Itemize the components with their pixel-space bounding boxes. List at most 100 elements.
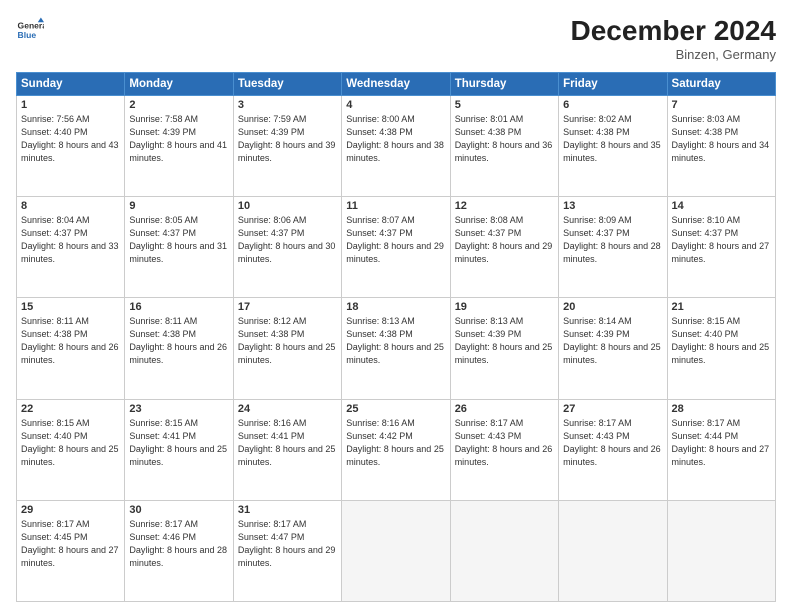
weekday-header: Sunday [17, 72, 125, 95]
day-number: 18 [346, 301, 445, 313]
table-row: 21 Sunrise: 8:15 AMSunset: 4:40 PMDayligh… [667, 298, 775, 399]
day-number: 8 [21, 200, 120, 212]
calendar-table: SundayMondayTuesdayWednesdayThursdayFrid… [16, 72, 776, 602]
day-number: 31 [238, 504, 337, 516]
table-row [342, 500, 450, 601]
day-info: Sunrise: 8:07 AMSunset: 4:37 PMDaylight:… [346, 214, 445, 266]
day-number: 16 [129, 301, 228, 313]
day-info: Sunrise: 8:15 AMSunset: 4:40 PMDaylight:… [672, 315, 771, 367]
table-row: 11 Sunrise: 8:07 AMSunset: 4:37 PMDayligh… [342, 197, 450, 298]
day-info: Sunrise: 8:13 AMSunset: 4:38 PMDaylight:… [346, 315, 445, 367]
table-row: 25Sunrise: 8:16 AMSunset: 4:42 PMDayligh… [342, 399, 450, 500]
weekday-header: Monday [125, 72, 233, 95]
day-number: 21 [672, 301, 771, 313]
day-info: Sunrise: 8:05 AMSunset: 4:37 PMDaylight:… [129, 214, 228, 266]
weekday-header: Tuesday [233, 72, 341, 95]
table-row: 16 Sunrise: 8:11 AMSunset: 4:38 PMDayligh… [125, 298, 233, 399]
day-number: 14 [672, 200, 771, 212]
day-number: 26 [455, 403, 554, 415]
table-row: 10 Sunrise: 8:06 AMSunset: 4:37 PMDayligh… [233, 197, 341, 298]
day-number: 24 [238, 403, 337, 415]
day-number: 5 [455, 99, 554, 111]
day-info: Sunrise: 8:15 AMSunset: 4:41 PMDaylight:… [129, 417, 228, 469]
weekday-header: Wednesday [342, 72, 450, 95]
table-row: 27Sunrise: 8:17 AMSunset: 4:43 PMDayligh… [559, 399, 667, 500]
day-info: Sunrise: 8:06 AMSunset: 4:37 PMDaylight:… [238, 214, 337, 266]
table-row: 5 Sunrise: 8:01 AMSunset: 4:38 PMDaylight… [450, 95, 558, 196]
day-number: 28 [672, 403, 771, 415]
day-number: 13 [563, 200, 662, 212]
day-info: Sunrise: 8:04 AMSunset: 4:37 PMDaylight:… [21, 214, 120, 266]
table-row: 9 Sunrise: 8:05 AMSunset: 4:37 PMDaylight… [125, 197, 233, 298]
day-number: 29 [21, 504, 120, 516]
day-number: 23 [129, 403, 228, 415]
day-info: Sunrise: 8:11 AMSunset: 4:38 PMDaylight:… [129, 315, 228, 367]
table-row: 2 Sunrise: 7:58 AMSunset: 4:39 PMDaylight… [125, 95, 233, 196]
day-info: Sunrise: 7:56 AMSunset: 4:40 PMDaylight:… [21, 113, 120, 165]
day-number: 3 [238, 99, 337, 111]
table-row: 1 Sunrise: 7:56 AMSunset: 4:40 PMDaylight… [17, 95, 125, 196]
day-number: 19 [455, 301, 554, 313]
table-row: 13 Sunrise: 8:09 AMSunset: 4:37 PMDayligh… [559, 197, 667, 298]
day-info: Sunrise: 8:17 AMSunset: 4:46 PMDaylight:… [129, 518, 228, 570]
day-info: Sunrise: 8:09 AMSunset: 4:37 PMDaylight:… [563, 214, 662, 266]
table-row: 28 Sunrise: 8:17 AMSunset: 4:44 PMDayligh… [667, 399, 775, 500]
day-info: Sunrise: 8:12 AMSunset: 4:38 PMDaylight:… [238, 315, 337, 367]
table-row: 12 Sunrise: 8:08 AMSunset: 4:37 PMDayligh… [450, 197, 558, 298]
table-row: 29 Sunrise: 8:17 AMSunset: 4:45 PMDayligh… [17, 500, 125, 601]
table-row: 30 Sunrise: 8:17 AMSunset: 4:46 PMDayligh… [125, 500, 233, 601]
day-info: Sunrise: 8:16 AMSunset: 4:42 PMDaylight:… [346, 417, 445, 469]
day-info: Sunrise: 8:17 AMSunset: 4:47 PMDaylight:… [238, 518, 337, 570]
table-row: 8 Sunrise: 8:04 AMSunset: 4:37 PMDaylight… [17, 197, 125, 298]
day-info: Sunrise: 8:02 AMSunset: 4:38 PMDaylight:… [563, 113, 662, 165]
header: General Blue December 2024 Binzen, Germa… [16, 16, 776, 62]
day-info: Sunrise: 8:14 AMSunset: 4:39 PMDaylight:… [563, 315, 662, 367]
table-row [667, 500, 775, 601]
logo: General Blue [16, 16, 44, 44]
day-info: Sunrise: 8:01 AMSunset: 4:38 PMDaylight:… [455, 113, 554, 165]
table-row [559, 500, 667, 601]
day-number: 11 [346, 200, 445, 212]
day-number: 2 [129, 99, 228, 111]
day-number: 6 [563, 99, 662, 111]
day-info: Sunrise: 8:15 AMSunset: 4:40 PMDaylight:… [21, 417, 120, 469]
table-row: 14 Sunrise: 8:10 AMSunset: 4:37 PMDayligh… [667, 197, 775, 298]
table-row: 6 Sunrise: 8:02 AMSunset: 4:38 PMDaylight… [559, 95, 667, 196]
table-row: 4 Sunrise: 8:00 AMSunset: 4:38 PMDaylight… [342, 95, 450, 196]
day-info: Sunrise: 8:08 AMSunset: 4:37 PMDaylight:… [455, 214, 554, 266]
day-info: Sunrise: 8:00 AMSunset: 4:38 PMDaylight:… [346, 113, 445, 165]
day-info: Sunrise: 8:11 AMSunset: 4:38 PMDaylight:… [21, 315, 120, 367]
day-number: 30 [129, 504, 228, 516]
table-row: 19 Sunrise: 8:13 AMSunset: 4:39 PMDayligh… [450, 298, 558, 399]
location: Binzen, Germany [571, 47, 776, 62]
day-number: 9 [129, 200, 228, 212]
day-number: 22 [21, 403, 120, 415]
day-number: 17 [238, 301, 337, 313]
day-info: Sunrise: 7:58 AMSunset: 4:39 PMDaylight:… [129, 113, 228, 165]
day-number: 10 [238, 200, 337, 212]
day-info: Sunrise: 8:17 AMSunset: 4:43 PMDaylight:… [455, 417, 554, 469]
logo-icon: General Blue [16, 16, 44, 44]
svg-text:Blue: Blue [18, 30, 37, 40]
day-number: 27 [563, 403, 662, 415]
day-info: Sunrise: 8:13 AMSunset: 4:39 PMDaylight:… [455, 315, 554, 367]
day-info: Sunrise: 8:10 AMSunset: 4:37 PMDaylight:… [672, 214, 771, 266]
day-info: Sunrise: 8:17 AMSunset: 4:45 PMDaylight:… [21, 518, 120, 570]
month-title: December 2024 [571, 16, 776, 47]
day-info: Sunrise: 8:16 AMSunset: 4:41 PMDaylight:… [238, 417, 337, 469]
day-number: 12 [455, 200, 554, 212]
weekday-header: Friday [559, 72, 667, 95]
calendar-page: General Blue December 2024 Binzen, Germa… [0, 0, 792, 612]
day-number: 20 [563, 301, 662, 313]
title-block: December 2024 Binzen, Germany [571, 16, 776, 62]
table-row: 31 Sunrise: 8:17 AMSunset: 4:47 PMDayligh… [233, 500, 341, 601]
table-row: 20 Sunrise: 8:14 AMSunset: 4:39 PMDayligh… [559, 298, 667, 399]
day-number: 1 [21, 99, 120, 111]
table-row [450, 500, 558, 601]
table-row: 22 Sunrise: 8:15 AMSunset: 4:40 PMDayligh… [17, 399, 125, 500]
table-row: 24 Sunrise: 8:16 AMSunset: 4:41 PMDayligh… [233, 399, 341, 500]
day-info: Sunrise: 8:17 AMSunset: 4:44 PMDaylight:… [672, 417, 771, 469]
weekday-header: Thursday [450, 72, 558, 95]
table-row: 3Sunrise: 7:59 AMSunset: 4:39 PMDaylight… [233, 95, 341, 196]
day-number: 4 [346, 99, 445, 111]
